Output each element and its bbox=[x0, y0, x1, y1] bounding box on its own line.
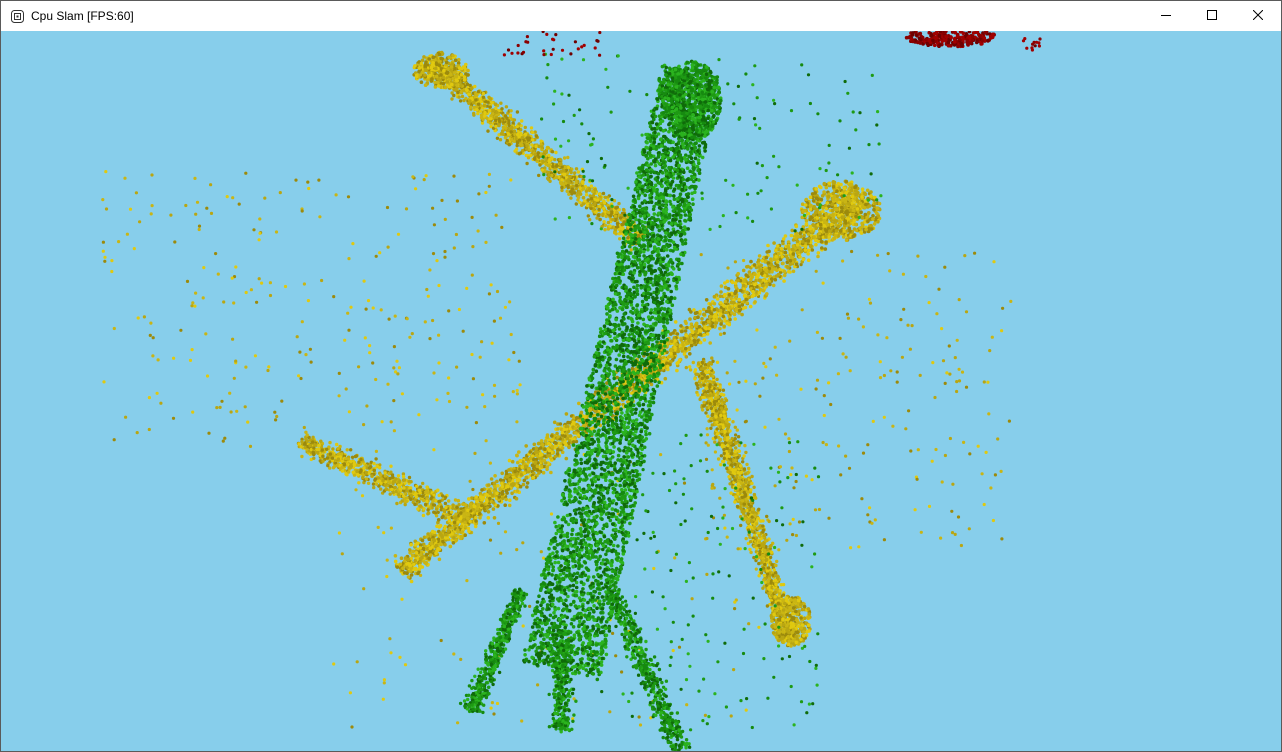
close-icon bbox=[1252, 7, 1264, 25]
maximize-button[interactable] bbox=[1189, 1, 1235, 31]
app-window: Cpu Slam [FPS:60] bbox=[0, 0, 1282, 752]
green-rocket-cloud bbox=[458, 59, 723, 751]
maximize-icon bbox=[1207, 7, 1217, 25]
close-button[interactable] bbox=[1235, 1, 1281, 31]
window-controls bbox=[1143, 1, 1281, 31]
title-bar[interactable]: Cpu Slam [FPS:60] bbox=[1, 1, 1281, 31]
minimize-button[interactable] bbox=[1143, 1, 1189, 31]
red-point-cluster bbox=[502, 31, 1042, 57]
render-viewport[interactable] bbox=[1, 31, 1281, 751]
point-cloud-scene bbox=[101, 31, 1042, 751]
window-title: Cpu Slam [FPS:60] bbox=[31, 9, 134, 23]
minimize-icon bbox=[1161, 7, 1171, 25]
app-window-icon bbox=[10, 9, 24, 23]
